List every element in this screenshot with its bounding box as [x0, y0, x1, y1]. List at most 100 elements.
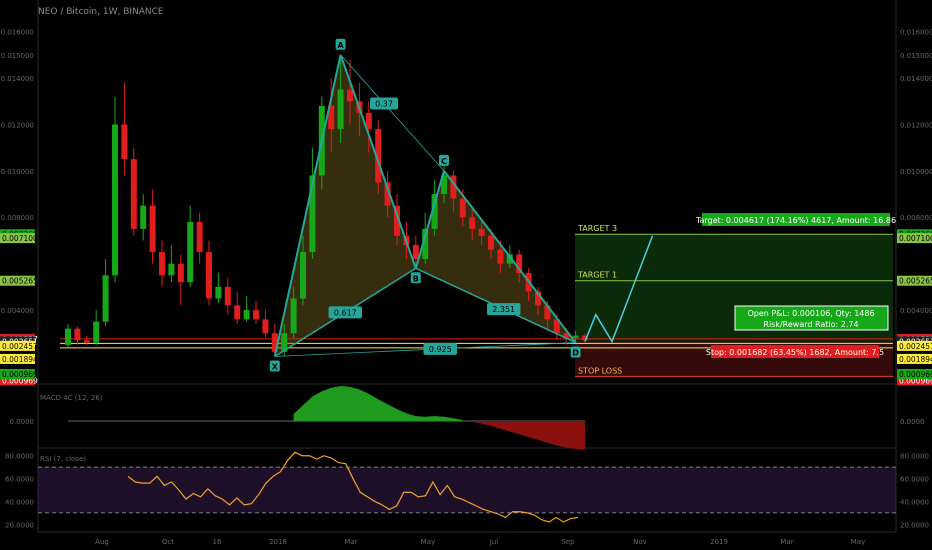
price-tick-left: 0.004000 [1, 307, 34, 315]
level-label-2: STOP LOSS [578, 366, 622, 375]
price-tick-left: 0.016000 [1, 29, 34, 37]
candle-body [149, 205, 156, 253]
price-tag-left: 0.001894 [2, 355, 38, 364]
x-tick: Sep [561, 538, 575, 546]
target-label: Target: 0.004617 (174.16%) 4617, Amount:… [695, 216, 896, 225]
price-tag-left: 0.007100 [2, 234, 38, 243]
price-tag-right: 0.002457 [899, 342, 932, 351]
x-tick: May [851, 538, 865, 546]
rsi-tick-left: 40.0000 [5, 498, 34, 506]
rsi-tick-right: 80.0000 [900, 453, 929, 461]
candle-body [196, 221, 203, 253]
candle-body [347, 89, 353, 102]
candle-body [459, 198, 466, 218]
point-label-C: C [441, 157, 447, 166]
rsi-label: RSI (7, close) [40, 455, 86, 463]
macd-label: MACD 4C (12, 26) [40, 394, 103, 402]
price-tick-left: 0.014000 [1, 75, 34, 83]
point-label-A: A [337, 41, 344, 50]
ratio-label: 0.37 [375, 100, 393, 109]
candle-body [478, 228, 485, 236]
candle-body [159, 252, 165, 276]
x-tick: 2019 [710, 538, 728, 546]
price-tick-left: 0.012000 [1, 121, 34, 129]
price-tag-right: 0.001894 [899, 355, 932, 364]
price-tick-left: 0.010000 [1, 168, 34, 176]
price-tick-right: 0.016000 [900, 29, 932, 37]
candle-body [206, 252, 212, 299]
price-tag-right: 0.007100 [899, 234, 932, 243]
candle-body [93, 321, 100, 343]
x-tick: 16 [213, 538, 222, 546]
candle-body [488, 235, 494, 250]
price-tick-left: 0.015000 [1, 52, 34, 60]
ratio-label: 2.351 [492, 305, 515, 314]
macd-tick-left: 0.0000 [10, 418, 35, 426]
x-tick: 2018 [269, 538, 287, 546]
x-tick: Mar [344, 538, 357, 546]
price-tick-right: 0.015000 [900, 52, 932, 60]
rsi-band [38, 467, 896, 513]
rsi-tick-left: 60.0000 [5, 476, 34, 484]
candle-body [224, 286, 231, 306]
candle-body [234, 305, 241, 320]
x-tick: Aug [95, 538, 109, 546]
x-tick: Nov [633, 538, 647, 546]
candle-body [187, 221, 194, 283]
candle-body [337, 89, 344, 130]
candle-body [140, 205, 147, 229]
price-tag-left: 0.002457 [2, 342, 38, 351]
rsi-tick-right: 20.0000 [900, 521, 929, 529]
x-tick: Jul [489, 538, 499, 546]
price-tag-left: 0.005265 [2, 277, 38, 286]
level-label-0: TARGET 3 [577, 224, 617, 233]
candle-body [572, 335, 579, 338]
price-tick-right: 0.012000 [900, 121, 932, 129]
point-label-D: D [572, 349, 579, 358]
price-tick-right: 0.008000 [900, 214, 932, 222]
candle-body [469, 217, 476, 229]
macd-negative [472, 421, 585, 450]
candle-body [112, 124, 118, 276]
price-tag-right: 0.000969 [899, 370, 932, 379]
x-tick: May [421, 538, 435, 546]
candle-body [102, 275, 109, 322]
candle-body [177, 263, 184, 283]
price-tick-right: 0.010000 [900, 168, 932, 176]
candle-body [168, 263, 175, 276]
rsi-tick-left: 20.0000 [5, 521, 34, 529]
level-label-1: TARGET 1 [577, 271, 617, 280]
candle-body [215, 286, 222, 299]
candle-body [243, 310, 250, 320]
candle-body [121, 124, 128, 160]
pnl-label: Open P&L: 0.000106, Qty: 1486 [747, 309, 874, 318]
pattern-bcd [415, 170, 576, 343]
price-tick-left: 0.008000 [1, 214, 34, 222]
x-tick: Oct [162, 538, 174, 546]
point-label-B: B [413, 274, 419, 283]
ratio-label: 0.617 [334, 308, 357, 317]
price-tick-right: 0.014000 [900, 75, 932, 83]
rsi-tick-right: 60.0000 [900, 476, 929, 484]
price-tick-right: 0.004000 [900, 307, 932, 315]
candle-body [253, 310, 259, 320]
candle-body [412, 245, 419, 260]
candle-body [65, 328, 71, 345]
price-tag-right: 0.005265 [899, 277, 932, 286]
x-tick: Mar [780, 538, 793, 546]
price-tag-left: 0.000969 [2, 370, 38, 379]
point-label-X: X [272, 362, 279, 371]
macd-positive [293, 386, 463, 421]
candle-body [130, 159, 137, 229]
stop-label: Stop: 0.001682 (63.45%) 1682, Amount: 7.… [706, 348, 884, 357]
rsi-tick-left: 80.0000 [5, 453, 34, 461]
candle-body [262, 319, 269, 334]
candle-body [290, 298, 297, 334]
rr-label: Risk/Reward Ratio: 2.74 [763, 320, 858, 329]
candle-body [83, 340, 90, 343]
candle-body [300, 252, 306, 299]
candle-body [497, 249, 504, 264]
ratio-label: 0.925 [429, 345, 452, 354]
trading-chart[interactable]: 0.016000 0.016000 0.015000 0.015000 0.014000… [0, 0, 932, 550]
candle-body [74, 328, 81, 341]
